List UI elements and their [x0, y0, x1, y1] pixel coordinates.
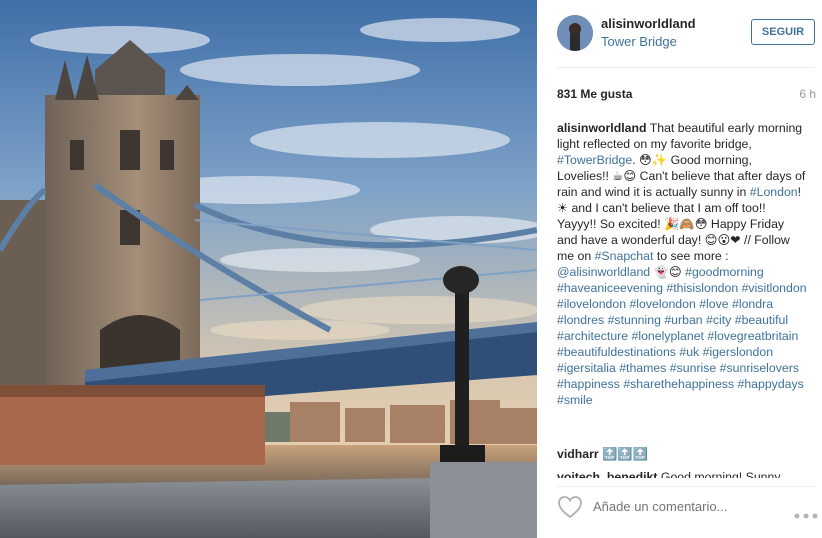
- add-comment-input[interactable]: [593, 499, 783, 514]
- more-options-icon[interactable]: [794, 506, 818, 519]
- caption-text-segment: to see more :: [653, 249, 729, 263]
- heart-icon[interactable]: [557, 495, 583, 519]
- comment-item: voitech_benedikt Good morning! Sunny: [557, 470, 815, 478]
- comment-author[interactable]: voitech_benedikt: [557, 470, 657, 478]
- post-timestamp[interactable]: 6 h: [799, 87, 816, 101]
- post-author-username[interactable]: alisinworldland: [601, 16, 696, 31]
- comment-text: 🔝🔝🔝: [602, 447, 649, 461]
- avatar[interactable]: [557, 15, 593, 51]
- post-photo[interactable]: [0, 0, 537, 538]
- header-divider: [557, 67, 815, 68]
- caption-hashtag-link[interactable]: #goodmorning #haveaniceevening #thisislo…: [557, 265, 807, 407]
- footer-divider: [557, 486, 815, 487]
- post-location-link[interactable]: Tower Bridge: [601, 34, 677, 49]
- likes-count[interactable]: 831 Me gusta: [557, 87, 632, 101]
- caption-text: That beautiful early morning light refle…: [557, 121, 807, 407]
- caption-hashtag-link[interactable]: #TowerBridge: [557, 153, 632, 167]
- post-sidebar: alisinworldland Tower Bridge SEGUIR 831 …: [537, 0, 822, 538]
- comment-text: Good morning! Sunny: [660, 470, 781, 478]
- profile-avatar-image: [557, 15, 593, 51]
- caption-hashtag-link[interactable]: #Snapchat: [595, 249, 654, 263]
- comment-item: vidharr 🔝🔝🔝: [557, 447, 648, 462]
- post-caption: alisinworldland That beautiful early mor…: [557, 120, 807, 408]
- tower-bridge-photo: [0, 0, 537, 538]
- caption-hashtag-link[interactable]: @alisinworldland: [557, 265, 650, 279]
- caption-author[interactable]: alisinworldland: [557, 121, 647, 135]
- caption-hashtag-link[interactable]: #London: [750, 185, 798, 199]
- caption-text-segment: 👻😊: [650, 265, 686, 279]
- follow-button[interactable]: SEGUIR: [751, 19, 815, 45]
- comment-author[interactable]: vidharr: [557, 447, 599, 461]
